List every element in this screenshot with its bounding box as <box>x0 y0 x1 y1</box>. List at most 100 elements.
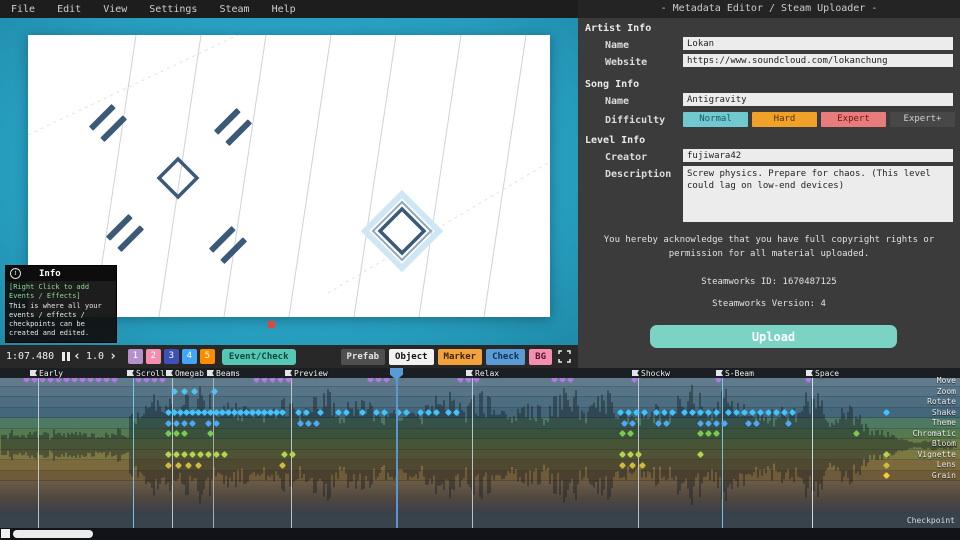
mode-prefab-button[interactable]: Prefab <box>341 349 386 365</box>
creator-label: Creator <box>605 152 647 163</box>
scrollbar-home-button[interactable] <box>1 529 10 538</box>
mode-object-button[interactable]: Object <box>389 349 434 365</box>
row-label-shake: Shake <box>932 408 956 419</box>
row-label-bloom: Bloom <box>932 439 956 450</box>
checkpoint-line[interactable] <box>133 376 134 528</box>
difficulty-buttons: Normal Hard Expert Expert+ <box>683 112 955 127</box>
flag-icon <box>207 370 214 376</box>
difficulty-normal-button[interactable]: Normal <box>683 112 748 127</box>
menu-file[interactable]: File <box>0 4 46 15</box>
event-check-button[interactable]: Event/Check <box>222 349 296 365</box>
layer-2-button[interactable]: 2 <box>146 349 161 364</box>
copyright-disclaimer: You hereby acknowledge that you have ful… <box>578 234 960 261</box>
info-icon: i <box>10 268 21 279</box>
checkpoint-line[interactable] <box>722 376 723 528</box>
audio-waveform <box>0 376 960 514</box>
section-flag-s-beam[interactable]: S-Beam <box>716 368 754 378</box>
artist-website-input[interactable] <box>683 54 953 67</box>
song-name-input[interactable] <box>683 93 953 106</box>
tooltip-hint: [Right Click to add Events / Effects] <box>6 281 116 301</box>
flag-icon <box>127 370 134 376</box>
playback-time: 1:07.480 <box>6 351 54 362</box>
playhead-handle[interactable] <box>390 368 403 380</box>
section-label: Preview <box>294 369 328 378</box>
artist-name-input[interactable] <box>683 37 953 50</box>
description-textarea[interactable]: Screw physics. Prepare for chaos. (This … <box>683 166 953 222</box>
mode-bg-button[interactable]: BG <box>529 349 552 365</box>
section-label: Relax <box>475 369 499 378</box>
speed-down-button[interactable]: ‹ <box>73 350 81 363</box>
layer-1-button[interactable]: 1 <box>128 349 143 364</box>
row-label-zoom: Zoom <box>937 387 956 398</box>
mode-check-button[interactable]: Check <box>486 349 525 365</box>
checkpoint-line[interactable] <box>812 376 813 528</box>
section-flag-relax[interactable]: Relax <box>466 368 499 378</box>
flag-icon <box>30 370 37 376</box>
event-timeline[interactable]: Early Scroll Omegab Beams Preview Relax Shockw… <box>0 368 960 540</box>
layer-5-button[interactable]: 5 <box>200 349 215 364</box>
flag-icon <box>806 370 813 376</box>
section-label: Shockw <box>641 369 670 378</box>
fullscreen-icon[interactable] <box>558 350 571 363</box>
pause-button[interactable] <box>62 352 70 361</box>
info-tooltip: i Info [Right Click to add Events / Effe… <box>5 265 117 343</box>
menu-view[interactable]: View <box>92 4 138 15</box>
scrollbar-thumb[interactable] <box>13 530 93 538</box>
flag-icon <box>632 370 639 376</box>
flag-icon <box>716 370 723 376</box>
checkpoint-bar[interactable] <box>0 514 960 528</box>
menu-bar: FileEditViewSettingsSteamHelp <box>0 0 578 18</box>
section-label: Beams <box>216 369 240 378</box>
editor-toolbar: 1:07.480 ‹ 1.0 › 12345 Event/Check Prefa… <box>0 345 578 368</box>
artist-name-label: Name <box>605 40 629 51</box>
difficulty-expert-button[interactable]: Expert <box>821 112 886 127</box>
description-label: Description <box>605 169 671 180</box>
section-flag-beams[interactable]: Beams <box>207 368 240 378</box>
layer-4-button[interactable]: 4 <box>182 349 197 364</box>
tooltip-body: This is where all your events / effects … <box>6 301 116 341</box>
layer-3-button[interactable]: 3 <box>164 349 179 364</box>
layer-buttons: 12345 <box>128 349 215 364</box>
checkpoint-line[interactable] <box>38 376 39 528</box>
section-label: S-Beam <box>725 369 754 378</box>
difficulty-hard-button[interactable]: Hard <box>752 112 817 127</box>
tooltip-title: Info <box>39 269 61 279</box>
playhead[interactable] <box>390 368 403 528</box>
game-viewport[interactable]: i Info [Right Click to add Events / Effe… <box>0 18 578 345</box>
artist-info-header: Artist Info <box>585 23 651 34</box>
flag-icon <box>285 370 292 376</box>
section-flag-space[interactable]: Space <box>806 368 839 378</box>
difficulty-label: Difficulty <box>605 115 665 126</box>
section-label: Space <box>815 369 839 378</box>
speed-up-button[interactable]: › <box>109 350 117 363</box>
cursor-marker <box>268 321 275 328</box>
mode-marker-button[interactable]: Marker <box>438 349 483 365</box>
section-label: Omegab <box>175 369 204 378</box>
difficulty-expertplus-button[interactable]: Expert+ <box>890 112 955 127</box>
row-label-rotate: Rotate <box>927 397 956 408</box>
song-name-label: Name <box>605 96 629 107</box>
menu-steam[interactable]: Steam <box>208 4 260 15</box>
menu-edit[interactable]: Edit <box>46 4 92 15</box>
upload-button[interactable]: Upload <box>650 325 897 348</box>
artist-website-label: Website <box>605 57 647 68</box>
checkpoint-bar-label: Checkpoint <box>907 514 955 528</box>
section-flag-scroll[interactable]: Scroll <box>127 368 165 378</box>
menu-help[interactable]: Help <box>261 4 307 15</box>
row-label-move: Move <box>937 376 956 387</box>
steamworks-version: Steamworks Version: 4 <box>578 299 960 309</box>
section-flag-early[interactable]: Early <box>30 368 63 378</box>
panel-title: - Metadata Editor / Steam Uploader - <box>578 0 960 18</box>
timeline-scrollbar[interactable] <box>0 528 960 540</box>
checkpoint-line[interactable] <box>472 376 473 528</box>
section-flag-omegab[interactable]: Omegab <box>166 368 204 378</box>
menu-settings[interactable]: Settings <box>138 4 208 15</box>
song-info-header: Song Info <box>585 79 639 90</box>
section-flag-shockw[interactable]: Shockw <box>632 368 670 378</box>
creator-input[interactable] <box>683 149 953 162</box>
mode-buttons: PrefabObjectMarkerCheckBG <box>341 349 552 365</box>
row-label-theme: Theme <box>932 418 956 429</box>
tooltip-header: i Info <box>6 266 116 281</box>
checkpoint-line[interactable] <box>172 376 173 528</box>
section-flag-preview[interactable]: Preview <box>285 368 328 378</box>
